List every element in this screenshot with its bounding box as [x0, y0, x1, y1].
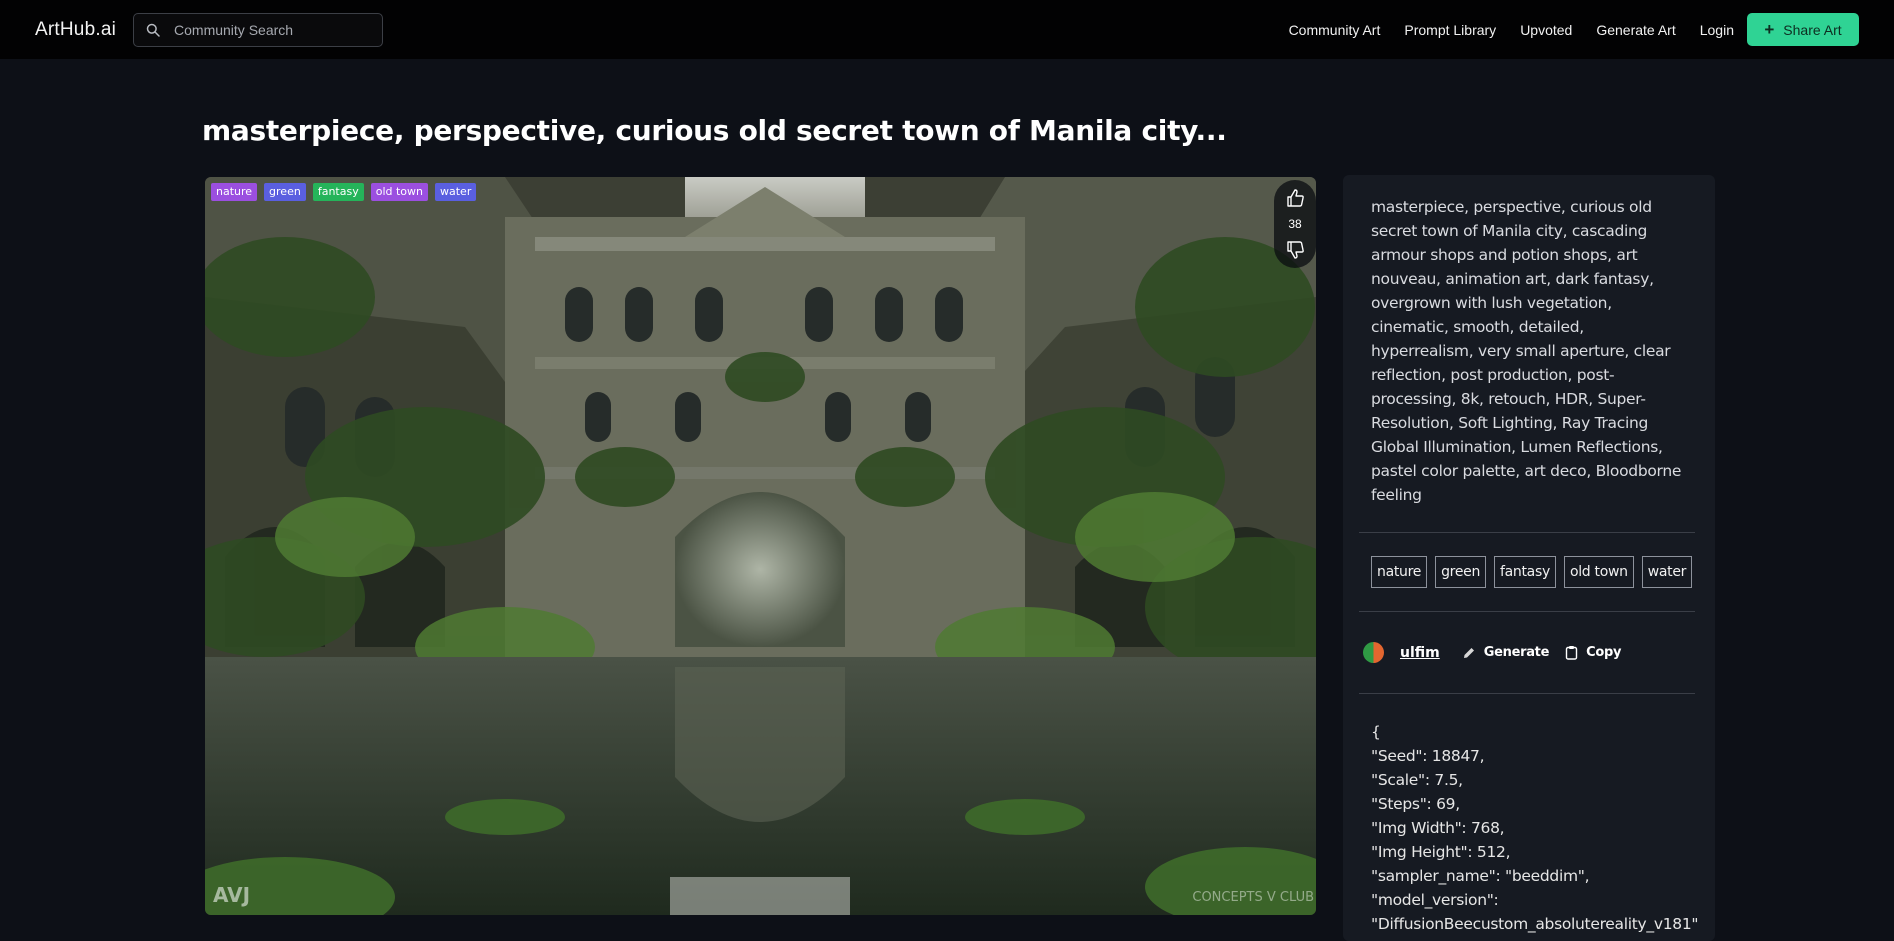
plus-icon: + [1764, 20, 1775, 39]
share-art-button[interactable]: + Share Art [1747, 13, 1859, 46]
generate-button[interactable]: Generate [1462, 645, 1549, 660]
image-tag[interactable]: nature [211, 183, 258, 202]
vote-widget: 38 [1274, 180, 1316, 268]
image-tag[interactable]: water [435, 183, 477, 202]
page-title: masterpiece, perspective, curious old se… [202, 114, 1227, 147]
image-tag-overlay: nature green fantasy old town water [211, 183, 477, 202]
copy-button[interactable]: Copy [1565, 645, 1621, 660]
tag-chip[interactable]: green [1435, 556, 1487, 588]
tag-list: nature green fantasy old town water [1363, 533, 1695, 611]
vote-count: 38 [1288, 217, 1302, 231]
search-input[interactable] [174, 21, 365, 38]
main-nav: Community Art Prompt Library Upvoted Gen… [1289, 22, 1734, 38]
artwork-image-container: nature green fantasy old town water 38 A… [205, 177, 1316, 915]
top-navigation-bar: ArtHub.ai Community Art Prompt Library U… [0, 0, 1894, 59]
tag-chip[interactable]: fantasy [1494, 556, 1556, 588]
prompt-text: masterpiece, perspective, curious old se… [1371, 198, 1682, 504]
nav-login[interactable]: Login [1700, 22, 1734, 38]
author-row: ulfim Generate Copy [1363, 612, 1695, 693]
watermark-right: CONCEPTS V CLUB [1192, 890, 1314, 905]
tag-chip[interactable]: nature [1371, 556, 1428, 588]
tag-chip[interactable]: water [1641, 556, 1693, 588]
nav-generate-art[interactable]: Generate Art [1596, 22, 1675, 38]
brand-logo[interactable]: ArtHub.ai [35, 19, 116, 41]
generation-parameters: { "Seed": 18847, "Scale": 7.5, "Steps": … [1371, 723, 1699, 941]
share-art-label: Share Art [1783, 21, 1842, 38]
thumbs-down-icon[interactable] [1285, 240, 1305, 260]
image-tag[interactable]: old town [370, 183, 428, 202]
nav-prompt-library[interactable]: Prompt Library [1404, 22, 1496, 38]
thumbs-up-icon[interactable] [1285, 188, 1305, 208]
search-box[interactable] [133, 12, 384, 47]
pencil-icon [1463, 647, 1474, 658]
avatar[interactable] [1363, 642, 1384, 663]
details-panel: masterpiece, perspective, curious old se… [1343, 175, 1715, 941]
image-tag[interactable]: green [264, 183, 306, 202]
copy-label: Copy [1586, 645, 1622, 660]
nav-community-art[interactable]: Community Art [1289, 22, 1381, 38]
search-icon [146, 23, 160, 37]
clipboard-icon [1565, 646, 1578, 660]
generate-label: Generate [1483, 645, 1550, 660]
watermark-left: AVJ [213, 883, 251, 907]
artwork-image[interactable] [205, 177, 1316, 915]
image-tag[interactable]: fantasy [312, 183, 364, 202]
author-link[interactable]: ulfim [1400, 645, 1440, 661]
tag-chip[interactable]: old town [1563, 556, 1634, 588]
nav-upvoted[interactable]: Upvoted [1520, 22, 1572, 38]
